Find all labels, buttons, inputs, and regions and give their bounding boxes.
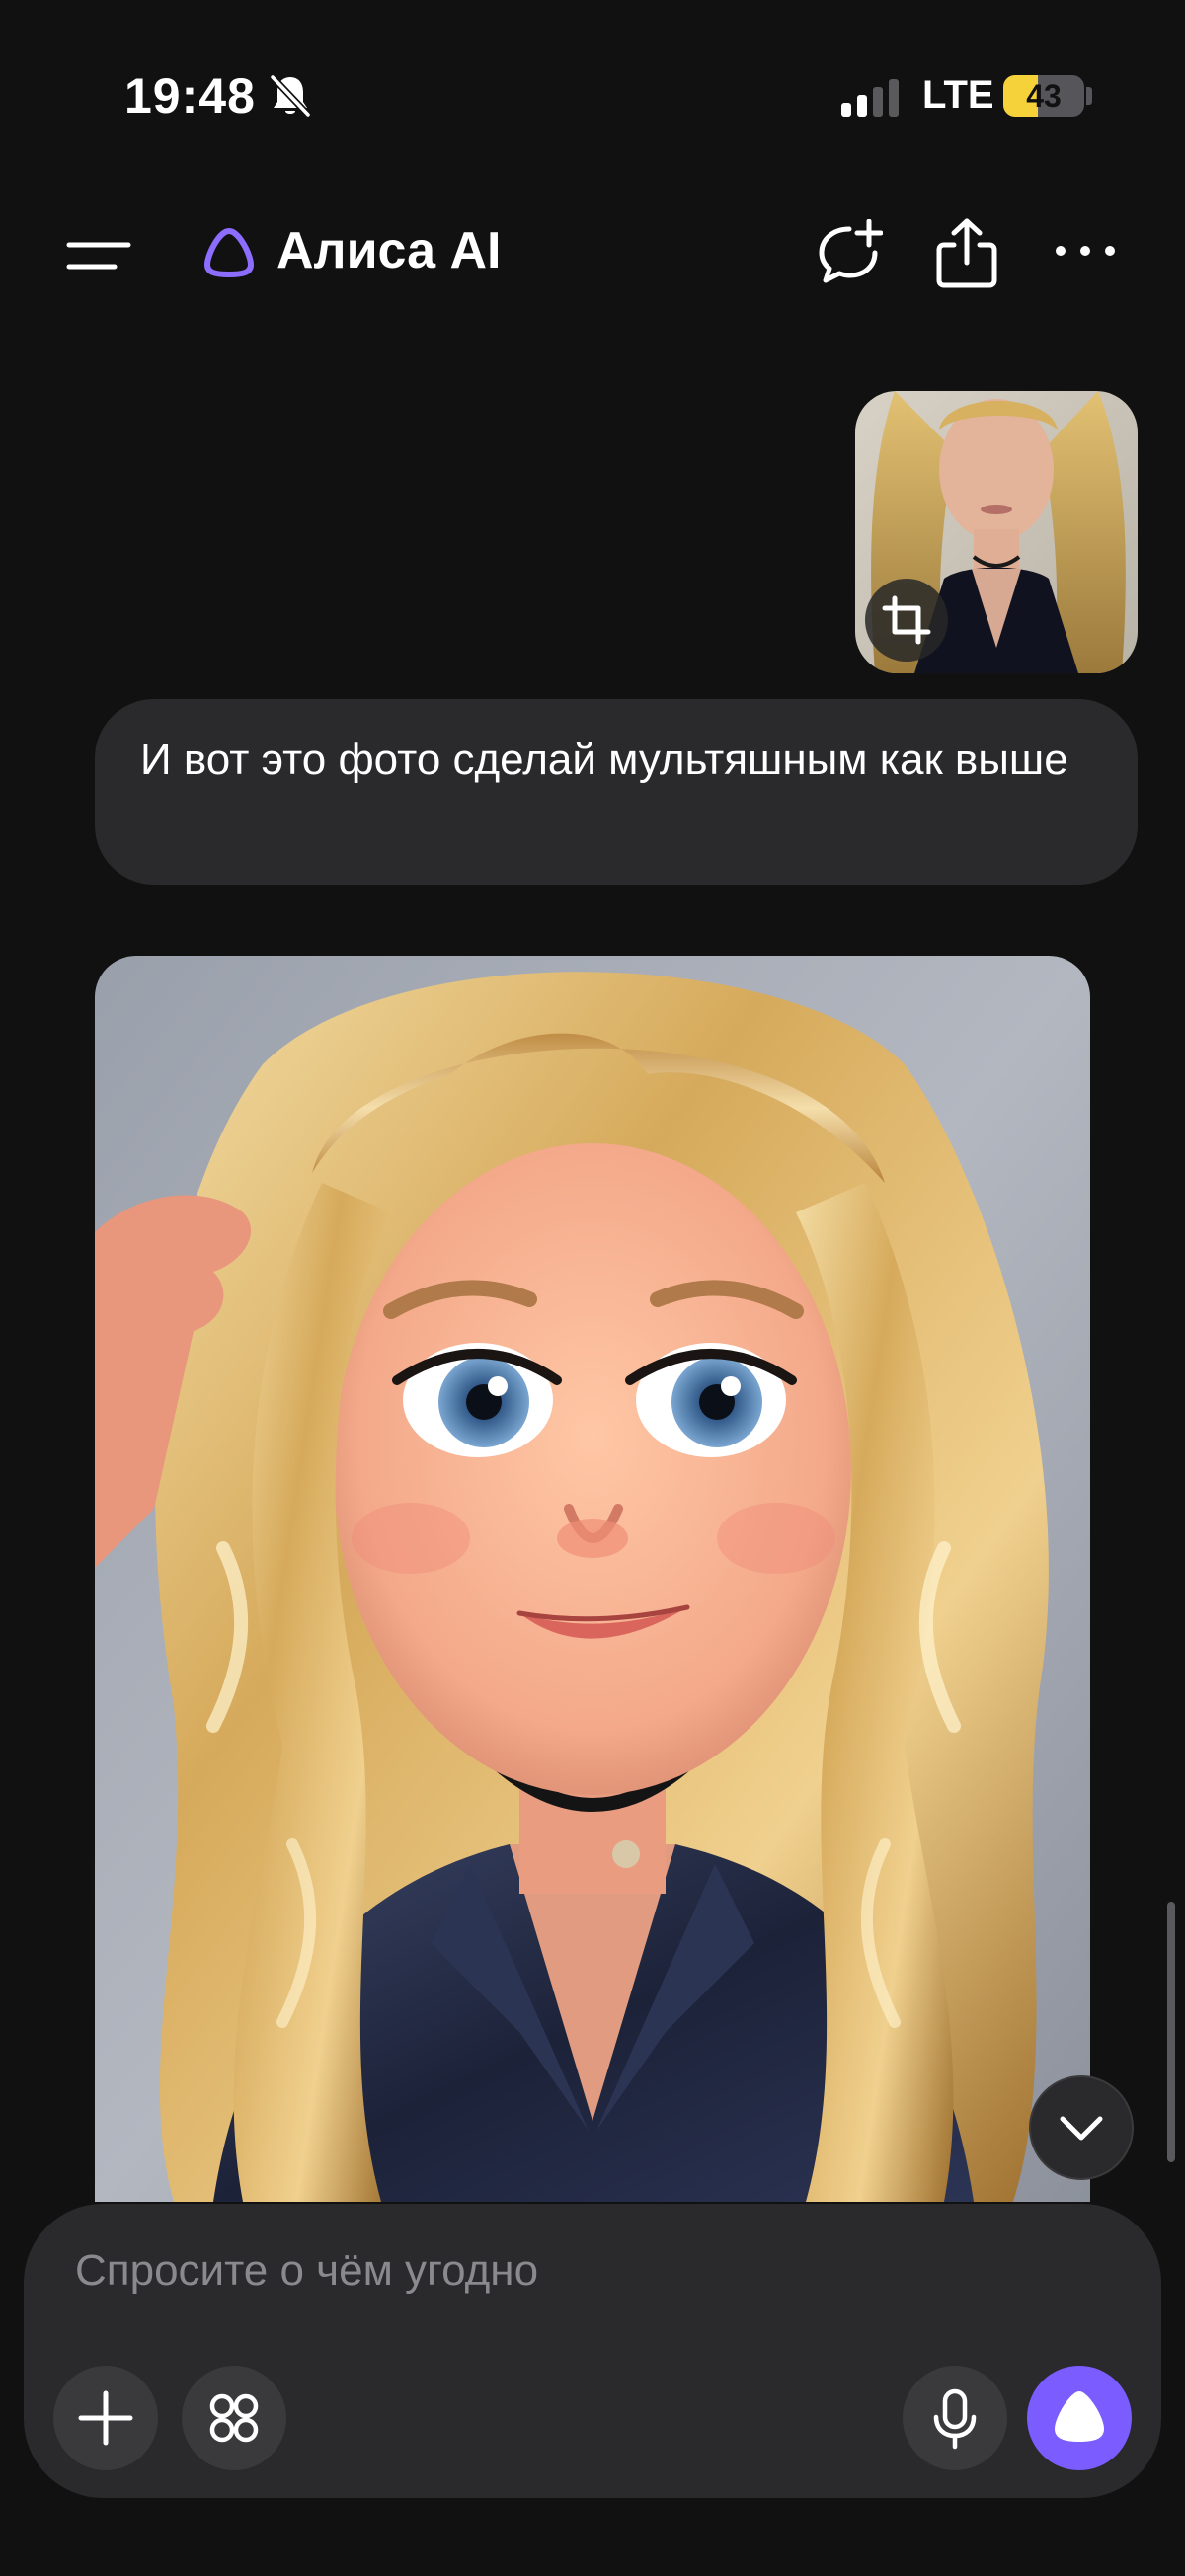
alice-logo-icon <box>203 227 255 278</box>
microphone-icon <box>933 2388 977 2450</box>
message-composer <box>24 2204 1161 2498</box>
battery-cap <box>1086 87 1092 105</box>
share-icon[interactable] <box>934 217 999 288</box>
chat-screen: 19:48 LTE 43 Алиса AI И вот это фото сде… <box>0 0 1185 2576</box>
crop-icon <box>882 595 931 645</box>
battery-percent: 43 <box>1026 78 1062 114</box>
app-title[interactable]: Алиса AI <box>276 221 501 280</box>
message-input[interactable] <box>75 2241 964 2301</box>
apps-icon <box>209 2393 259 2443</box>
alice-send-icon <box>1055 2391 1104 2442</box>
network-type: LTE <box>922 73 994 117</box>
cartoon-portrait <box>95 956 1090 2202</box>
user-message-text: И вот это фото сделай мультяшным как выш… <box>140 736 1068 784</box>
plus-icon <box>78 2390 133 2446</box>
new-chat-icon[interactable] <box>816 219 883 286</box>
crop-button[interactable] <box>865 579 948 662</box>
chevron-down-icon <box>1060 2116 1103 2141</box>
add-attachment-button[interactable] <box>53 2366 158 2470</box>
apps-button[interactable] <box>182 2366 286 2470</box>
status-bar: 19:48 LTE 43 <box>0 0 1185 188</box>
app-header: Алиса AI <box>0 197 1185 306</box>
bell-off-icon <box>270 74 311 117</box>
scrollbar[interactable] <box>1167 1902 1175 2162</box>
battery-icon: 43 <box>1003 75 1084 117</box>
generated-cartoon-image[interactable] <box>95 956 1090 2202</box>
scroll-down-button[interactable] <box>1029 2075 1134 2180</box>
alice-send-button[interactable] <box>1027 2366 1132 2470</box>
more-icon[interactable] <box>1053 239 1118 263</box>
menu-icon[interactable] <box>61 227 140 286</box>
signal-bars-icon <box>841 79 899 117</box>
user-message-bubble: И вот это фото сделай мультяшным как выш… <box>95 699 1138 885</box>
voice-input-button[interactable] <box>903 2366 1007 2470</box>
status-time: 19:48 <box>124 68 256 123</box>
